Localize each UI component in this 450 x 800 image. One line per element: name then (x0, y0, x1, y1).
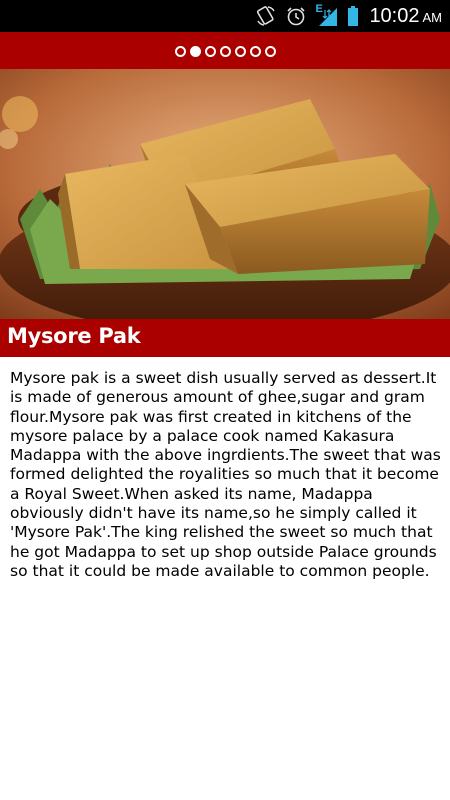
mysore-pak-illustration (0, 69, 450, 319)
dish-title-bar: Mysore Pak (0, 319, 450, 357)
page-dot[interactable] (174, 45, 186, 57)
page-dot[interactable] (204, 45, 216, 57)
clock: 10:02 AM (367, 5, 442, 28)
pager-bar (0, 32, 450, 69)
hero-image[interactable] (0, 69, 450, 319)
status-icons: E 10:02 AM (255, 0, 442, 32)
battery-icon (347, 5, 359, 27)
page-dot[interactable] (219, 45, 231, 57)
page-dot[interactable] (249, 45, 261, 57)
screen-rotate-icon (255, 5, 277, 27)
status-bar: E 10:02 AM (0, 0, 450, 32)
page-dot[interactable] (234, 45, 246, 57)
page-indicator[interactable] (174, 45, 276, 57)
dish-title: Mysore Pak (7, 324, 141, 348)
status-time: 10:02 (369, 4, 420, 27)
page-dot[interactable] (189, 45, 201, 57)
status-ampm: AM (422, 9, 443, 25)
network-type-label: E (315, 3, 323, 15)
alarm-clock-icon (285, 5, 307, 27)
page-dot[interactable] (264, 45, 276, 57)
signal-strength-icon: E (315, 3, 339, 28)
dish-description: Mysore pak is a sweet dish usually serve… (10, 369, 441, 580)
